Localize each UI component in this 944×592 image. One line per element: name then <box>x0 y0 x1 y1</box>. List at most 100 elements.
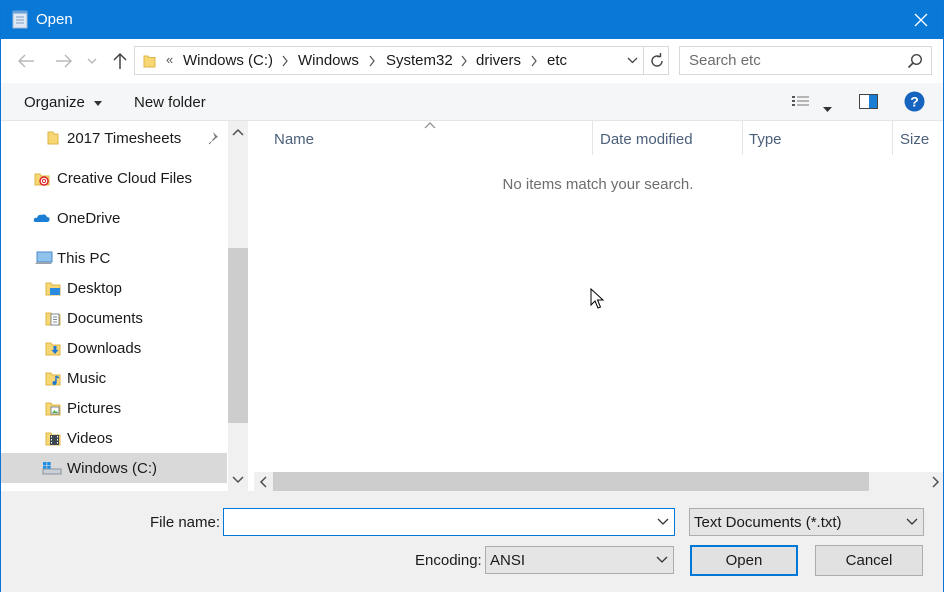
documents-folder-icon <box>45 312 61 326</box>
chevron-down-icon <box>627 57 637 64</box>
chevron-right-icon[interactable] <box>460 55 468 67</box>
breadcrumb-item[interactable]: Windows <box>298 52 359 69</box>
column-header-size[interactable]: Size <box>893 121 943 155</box>
up-button[interactable] <box>109 51 131 71</box>
view-options-button[interactable] <box>823 99 832 116</box>
search-input[interactable] <box>681 48 901 73</box>
nav-item-desktop[interactable]: Desktop <box>1 273 227 303</box>
search-icon[interactable] <box>907 53 923 69</box>
recent-locations-button[interactable] <box>85 51 99 71</box>
nav-item-documents[interactable]: Documents <box>1 303 227 333</box>
close-icon <box>914 13 928 27</box>
search-box[interactable] <box>679 46 932 75</box>
close-button[interactable] <box>899 1 943 39</box>
folder-icon <box>143 53 156 68</box>
open-button[interactable]: Open <box>690 545 798 576</box>
mouse-cursor-icon <box>590 288 604 309</box>
scrollbar-thumb[interactable] <box>228 248 248 423</box>
pin-icon[interactable] <box>208 131 222 145</box>
column-header-label: Name <box>274 131 315 148</box>
nav-item-label: Creative Cloud Files <box>57 170 193 187</box>
title-bar[interactable]: Open <box>1 1 943 39</box>
breadcrumb-overflow[interactable]: « <box>166 52 173 67</box>
nav-item-2017-timesheets[interactable]: 2017 Timesheets <box>1 123 227 153</box>
file-type-select[interactable]: Text Documents (*.txt) <box>689 508 924 536</box>
column-header-name[interactable]: Name <box>248 121 593 155</box>
nav-item-pictures[interactable]: Pictures <box>1 393 227 423</box>
column-header-date-modified[interactable]: Date modified <box>593 121 743 155</box>
chevron-right-icon[interactable] <box>530 55 538 67</box>
back-button[interactable] <box>15 51 37 71</box>
nav-item-label: Windows (C:) <box>67 460 158 477</box>
scroll-right-icon[interactable] <box>931 476 941 488</box>
file-type-value: Text Documents (*.txt) <box>694 514 842 531</box>
nav-item-downloads[interactable]: Downloads <box>1 333 227 363</box>
breadcrumb-item[interactable]: System32 <box>386 52 453 69</box>
nav-item-music[interactable]: Music <box>1 363 227 393</box>
help-button[interactable]: ? <box>904 91 925 116</box>
breadcrumb-item[interactable]: etc <box>547 52 567 69</box>
navigation-pane[interactable]: 2017 Timesheets Creative Cloud Files One… <box>1 121 248 491</box>
dropdown-triangle-icon <box>94 100 103 106</box>
preview-pane-icon <box>859 94 878 109</box>
column-header-label: Type <box>749 131 782 148</box>
nav-item-this-pc[interactable]: This PC <box>1 243 227 273</box>
column-header-label: Size <box>900 131 930 148</box>
organize-label: Organize <box>24 94 85 111</box>
command-bar: Organize New folder ? <box>1 83 943 121</box>
change-view-button[interactable] <box>791 95 811 113</box>
forward-arrow-icon <box>56 54 72 68</box>
nav-item-label: Documents <box>67 310 143 327</box>
chevron-down-icon <box>906 518 918 525</box>
chevron-right-icon[interactable] <box>281 55 289 67</box>
pictures-folder-icon <box>45 402 61 416</box>
nav-item-creative-cloud-files[interactable]: Creative Cloud Files <box>1 163 227 193</box>
breadcrumb-item[interactable]: drivers <box>476 52 521 69</box>
file-list-horizontal-scrollbar[interactable] <box>254 472 943 491</box>
nav-item-label: Videos <box>67 430 113 447</box>
window-title: Open <box>36 11 73 28</box>
svg-text:?: ? <box>910 94 919 110</box>
nav-item-label: 2017 Timesheets <box>67 130 182 147</box>
navigation-row: « Windows (C:) Windows System32 drivers … <box>1 39 943 83</box>
creative-cloud-icon <box>34 173 50 186</box>
encoding-value: ANSI <box>490 552 526 569</box>
encoding-label: Encoding: <box>415 552 482 569</box>
scroll-up-icon[interactable] <box>232 127 244 137</box>
nav-item-videos[interactable]: Videos <box>1 423 227 453</box>
desktop-folder-icon <box>45 282 61 296</box>
dialog-footer: File name: Text Documents (*.txt) Encodi… <box>1 491 943 592</box>
organize-button[interactable]: Organize <box>24 94 103 111</box>
encoding-select[interactable]: ANSI <box>485 546 674 574</box>
scroll-down-icon[interactable] <box>232 475 244 485</box>
address-bar[interactable]: « Windows (C:) Windows System32 drivers … <box>134 46 669 75</box>
column-header-label: Date modified <box>600 131 693 148</box>
scrollbar-thumb[interactable] <box>273 472 869 491</box>
breadcrumb-item[interactable]: Windows (C:) <box>183 52 273 69</box>
dropdown-triangle-icon <box>823 107 832 112</box>
open-dialog: Open « Windows (C:) Windows System32 dri… <box>0 0 944 592</box>
help-icon: ? <box>904 91 925 112</box>
scroll-left-icon[interactable] <box>258 476 268 488</box>
chevron-down-icon[interactable] <box>656 516 670 528</box>
preview-pane-button[interactable] <box>859 94 878 113</box>
address-dropdown-button[interactable] <box>621 47 643 74</box>
nav-item-label: Pictures <box>67 400 122 417</box>
empty-message: No items match your search. <box>502 176 694 193</box>
nav-item-onedrive[interactable]: OneDrive <box>1 203 227 233</box>
file-name-combobox[interactable] <box>223 508 675 536</box>
refresh-button[interactable] <box>643 47 670 74</box>
back-arrow-icon <box>18 54 34 68</box>
refresh-icon <box>651 52 663 67</box>
chevron-right-icon[interactable] <box>368 55 376 67</box>
new-folder-button[interactable]: New folder <box>134 94 206 111</box>
details-view-icon <box>792 96 809 106</box>
forward-button[interactable] <box>53 51 75 71</box>
up-arrow-icon <box>113 52 127 69</box>
nav-item-windows-c[interactable]: Windows (C:) <box>1 453 227 483</box>
videos-folder-icon <box>45 432 61 446</box>
nav-pane-scrollbar[interactable] <box>228 121 248 491</box>
cancel-button[interactable]: Cancel <box>815 545 923 576</box>
file-name-label: File name: <box>150 514 221 531</box>
column-header-type[interactable]: Type <box>743 121 893 155</box>
